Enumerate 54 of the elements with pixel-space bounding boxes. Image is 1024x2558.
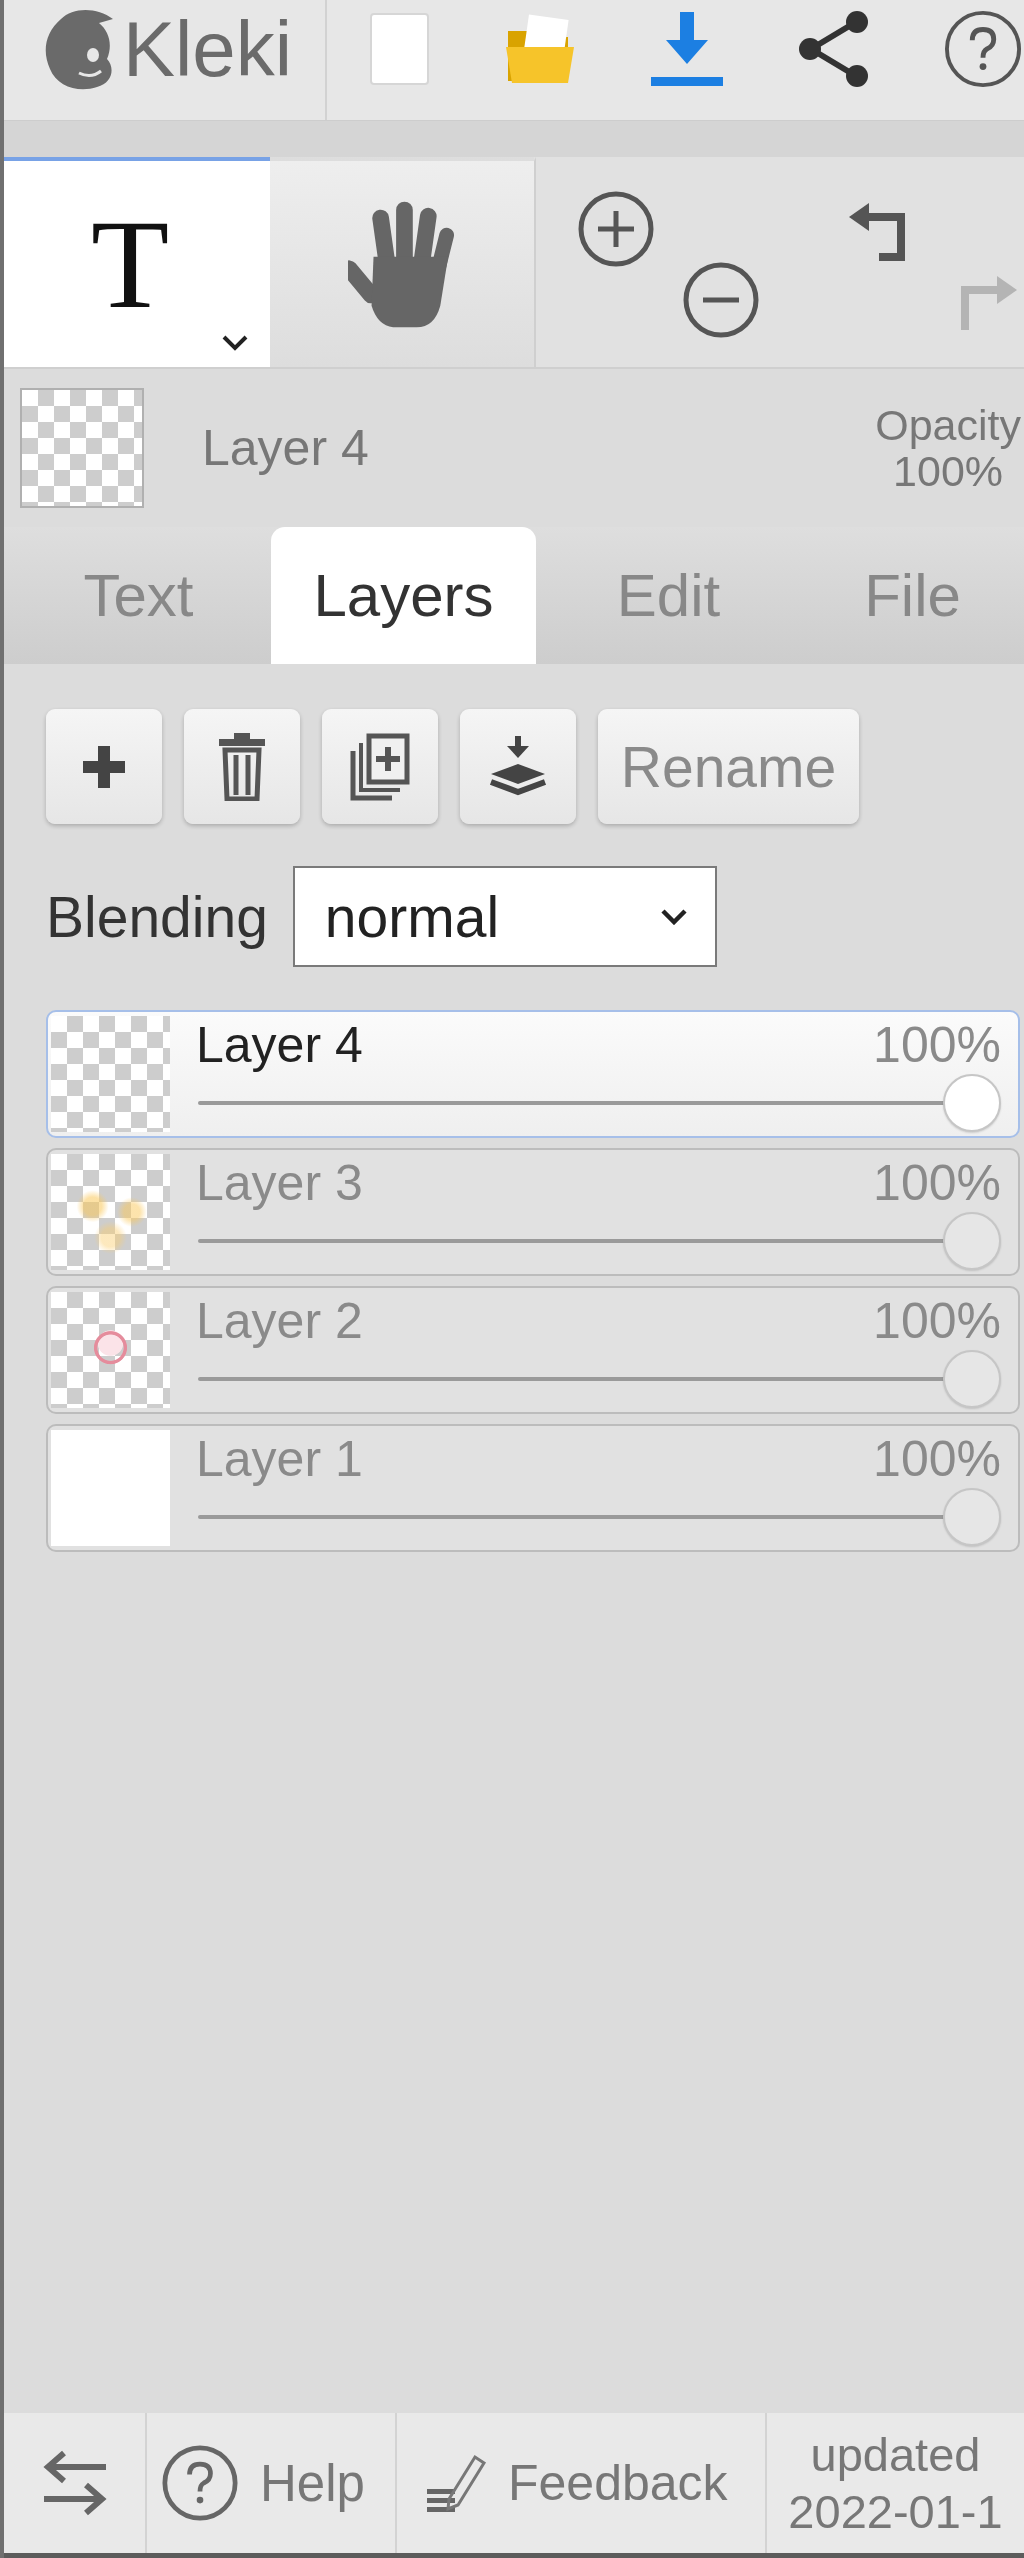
folder-icon[interactable] — [504, 13, 576, 85]
layer-name: Layer 4 — [196, 1016, 363, 1074]
duplicate-layer-button[interactable] — [322, 709, 438, 824]
share-icon[interactable] — [798, 10, 869, 88]
hand-tool-button[interactable] — [270, 157, 536, 367]
add-layer-button[interactable] — [46, 709, 162, 824]
opacity-slider[interactable] — [196, 1073, 1001, 1132]
zoom-in-icon[interactable] — [578, 191, 654, 267]
blending-select[interactable]: normal — [292, 866, 717, 967]
chevron-down-icon — [660, 908, 687, 925]
layer-opacity-value: 100% — [873, 1292, 1001, 1350]
opacity-slider[interactable] — [196, 1349, 1001, 1408]
trash-icon — [219, 732, 265, 801]
layer-opacity-value: 100% — [873, 1016, 1001, 1074]
feedback-button[interactable]: Feedback — [397, 2413, 767, 2553]
rename-button[interactable]: Rename — [598, 709, 859, 824]
opacity-value: 100% — [893, 448, 1004, 495]
layer-name: Layer 3 — [196, 1154, 363, 1212]
plus-icon — [81, 743, 127, 790]
merge-down-button[interactable] — [460, 709, 576, 824]
slider-thumb[interactable] — [943, 1349, 1001, 1408]
layer-opacity-value: 100% — [873, 1430, 1001, 1488]
layer-row[interactable]: Layer 4 100% — [46, 1010, 1020, 1138]
layer-row[interactable]: Layer 2 100% — [46, 1286, 1020, 1414]
slider-thumb[interactable] — [943, 1073, 1001, 1132]
tab[interactable]: Layers — [271, 527, 536, 664]
help-icon[interactable] — [944, 10, 1022, 88]
layer-row[interactable]: Layer 1 100% — [46, 1424, 1020, 1552]
delete-layer-button[interactable] — [184, 709, 300, 824]
swap-arrows-icon — [41, 2449, 108, 2517]
slider-thumb[interactable] — [943, 1487, 1001, 1546]
tab[interactable]: Text — [6, 527, 271, 664]
layer-name: Layer 2 — [196, 1292, 363, 1350]
download-icon[interactable] — [651, 11, 723, 87]
text-tool-button[interactable]: T — [4, 157, 270, 367]
opacity-slider[interactable] — [196, 1487, 1001, 1546]
opacity-slider[interactable] — [196, 1211, 1001, 1270]
chevron-down-icon — [222, 335, 248, 351]
tab[interactable]: Edit — [536, 527, 801, 664]
opacity-label: Opacity — [875, 401, 1021, 448]
layer-opacity-value: 100% — [873, 1154, 1001, 1212]
help-button[interactable]: Help — [147, 2413, 397, 2553]
layer-name: Layer 4 — [202, 419, 369, 477]
app-logo-text: Kleki — [123, 10, 293, 88]
layer-name: Layer 1 — [196, 1430, 363, 1488]
tab[interactable]: File — [801, 527, 1024, 664]
help-icon — [162, 2445, 238, 2521]
merge-down-icon — [489, 735, 547, 798]
duplicate-icon — [350, 732, 410, 801]
layer-row[interactable]: Layer 3 100% — [46, 1148, 1020, 1276]
version-note: updated 2022-01-1 — [788, 2426, 1003, 2540]
zoom-out-icon[interactable] — [683, 262, 759, 338]
blending-label: Blending — [46, 883, 268, 950]
slider-thumb[interactable] — [943, 1211, 1001, 1270]
